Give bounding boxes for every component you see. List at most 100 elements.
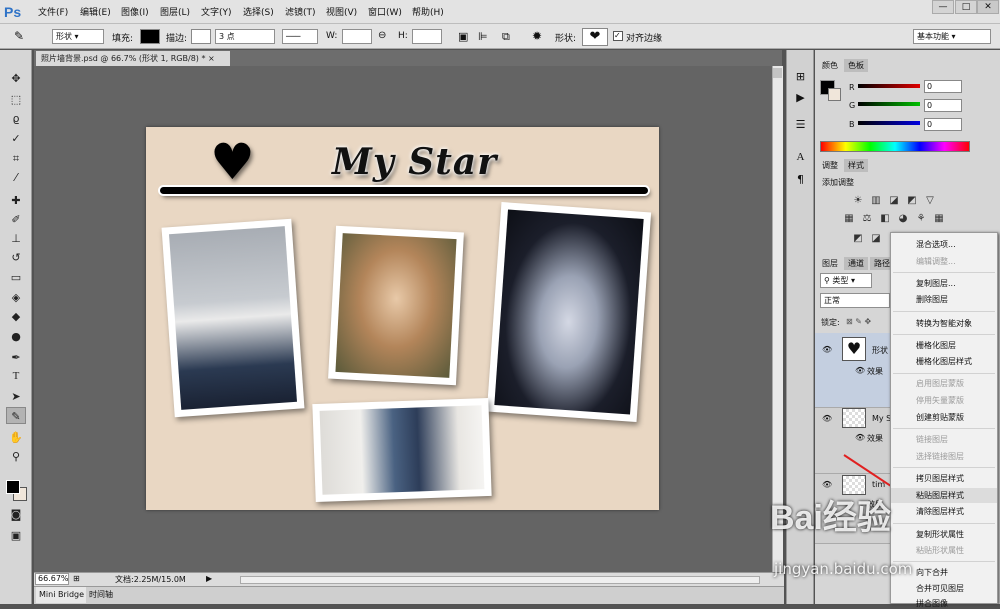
path-arrangement-icon[interactable]: ⧉ [502,30,510,44]
menu-item-duplicate-layer[interactable]: 复制图层... [916,278,956,289]
menu-type[interactable]: 文字(Y) [201,5,232,18]
eye-icon[interactable]: 👁 [855,433,865,442]
history-brush-icon[interactable]: ↺ [6,249,26,266]
width-input[interactable] [342,29,372,44]
menu-help[interactable]: 帮助(H) [412,5,444,18]
quick-mask-icon[interactable]: ◙ [6,506,26,523]
channel-b-value[interactable]: 0 [924,118,962,131]
link-icon[interactable]: ⊖ [378,30,386,41]
tab-styles[interactable]: 样式 [844,159,868,172]
channel-r-slider[interactable] [858,84,920,88]
tab-channels[interactable]: 通道 [844,257,868,270]
close-button[interactable]: ✕ [977,0,999,14]
path-selection-icon[interactable]: ➤ [6,388,26,405]
menu-edit[interactable]: 编辑(E) [80,5,111,18]
color-balance-icon[interactable]: ⚖ [861,213,873,225]
path-operations-icon[interactable]: ▣ [458,30,468,43]
character-panel-icon[interactable]: A [794,151,807,165]
fill-swatch[interactable] [140,29,160,44]
black-white-icon[interactable]: ◧ [879,213,891,225]
menu-filter[interactable]: 滤镜(T) [285,5,316,18]
layer-name-shape[interactable]: 形状 [872,345,888,356]
menu-item-create-clipping-mask[interactable]: 创建剪贴蒙版 [916,412,964,423]
paragraph-panel-icon[interactable]: ¶ [794,173,807,187]
tab-timeline[interactable]: 时间轴 [89,587,127,603]
exposure-icon[interactable]: ◩ [906,195,918,207]
hue-saturation-icon[interactable]: ▦ [843,213,855,225]
scrollbar-thumb[interactable] [773,68,782,78]
document-tab[interactable]: 照片墙背景.psd @ 66.7% (形状 1, RGB/8) * × [36,51,230,66]
align-edges-checkbox[interactable]: ✓ [613,31,623,41]
photo-frame-3[interactable] [486,202,652,422]
photo-frame-4[interactable] [312,397,492,503]
zoom-field[interactable]: 66.67% [35,573,69,585]
healing-brush-icon[interactable]: ✚ [6,192,26,209]
menu-item-link-layers[interactable]: 链接图层 [916,434,948,445]
invert-icon[interactable]: ◩ [852,233,864,245]
layer-filter-select[interactable]: ⚲ 类型 ▾ [820,273,872,288]
panel-background-swatch[interactable] [828,88,841,101]
brightness-icon[interactable]: ☀ [852,195,864,207]
photo-frame-2[interactable] [328,225,464,386]
menu-item-enable-layer-mask[interactable]: 启用图层蒙版 [916,378,964,389]
stroke-width-select[interactable]: 3 点 [215,29,275,44]
status-arrow-icon[interactable]: ▶ [206,574,212,583]
tab-color[interactable]: 颜色 [818,59,842,72]
zoom-tool-icon[interactable]: ⚲ [6,448,26,465]
custom-shape-icon[interactable]: ✎ [6,407,26,424]
document-canvas[interactable]: ♥ My Star [146,127,659,510]
channel-g-slider[interactable] [858,102,920,106]
properties-panel-icon[interactable]: ☰ [794,118,807,132]
paint-bucket-icon[interactable]: ◈ [6,289,26,306]
menu-item-paste-shape-attributes[interactable]: 粘贴形状属性 [916,545,964,556]
stroke-swatch[interactable] [191,29,211,44]
export-icon[interactable]: ⊞ [73,574,80,583]
my-star-title[interactable]: My Star [332,141,497,183]
menu-item-merge-visible[interactable]: 合并可见图层 [916,583,964,594]
marquee-tool-icon[interactable]: ⬚ [6,91,26,108]
eye-icon[interactable]: 👁 [855,366,865,375]
blur-tool-icon[interactable]: ◆ [6,308,26,325]
eye-icon[interactable]: 👁 [822,414,832,423]
layer-name-text[interactable]: My S [872,414,891,423]
menu-file[interactable]: 文件(F) [38,5,68,18]
move-tool-icon[interactable]: ✥ [6,70,26,87]
maximize-button[interactable]: □ [955,0,977,14]
eye-icon[interactable]: 👁 [822,480,832,489]
menu-item-delete-layer[interactable]: 删除图层 [916,294,948,305]
menu-item-copy-layer-style[interactable]: 拷贝图层样式 [916,473,964,484]
history-panel-icon[interactable]: ⊞ [794,70,807,84]
color-lookup-icon[interactable]: ▦ [933,213,945,225]
posterize-icon[interactable]: ◪ [870,233,882,245]
curves-icon[interactable]: ◪ [888,195,900,207]
lock-icons[interactable]: ⊠ ✎ ✥ [846,317,871,326]
channel-mixer-icon[interactable]: ⚘ [915,213,927,225]
menu-item-disable-vector-mask[interactable]: 停用矢量蒙版 [916,395,964,406]
channel-b-slider[interactable] [858,121,920,125]
menu-layer[interactable]: 图层(L) [160,5,190,18]
horizontal-scrollbar[interactable] [240,576,760,584]
menu-view[interactable]: 视图(V) [326,5,357,18]
menu-image[interactable]: 图像(I) [121,5,149,18]
tool-mode-select[interactable]: 形状 ▾ [52,29,104,44]
tab-adjustments[interactable]: 调整 [818,159,842,172]
tab-layers[interactable]: 图层 [818,257,842,270]
photo-filter-icon[interactable]: ◕ [897,213,909,225]
eyedropper-tool-icon[interactable]: ⁄ [6,169,26,186]
menu-item-edit-adjustment[interactable]: 编辑调整... [916,256,956,267]
minimize-button[interactable]: — [932,0,954,14]
menu-item-merge-down[interactable]: 向下合并 [916,567,948,578]
levels-icon[interactable]: ▥ [870,195,882,207]
quick-select-tool-icon[interactable]: ✓ [6,130,26,147]
crop-tool-icon[interactable]: ⌗ [6,150,26,167]
lasso-tool-icon[interactable]: ϱ [6,110,26,127]
divider-line[interactable] [160,187,648,194]
menu-item-clear-layer-style[interactable]: 清除图层样式 [916,506,964,517]
menu-item-paste-layer-style[interactable]: 粘贴图层样式 [916,490,964,501]
screen-mode-icon[interactable]: ▣ [6,527,26,544]
menu-item-convert-smart-object[interactable]: 转换为智能对象 [916,318,972,329]
tab-swatches[interactable]: 色板 [844,59,868,72]
eye-icon[interactable]: 👁 [822,345,832,354]
workspace-select[interactable]: 基本功能 ▾ [913,29,991,44]
gear-icon[interactable]: ✹ [532,29,542,43]
